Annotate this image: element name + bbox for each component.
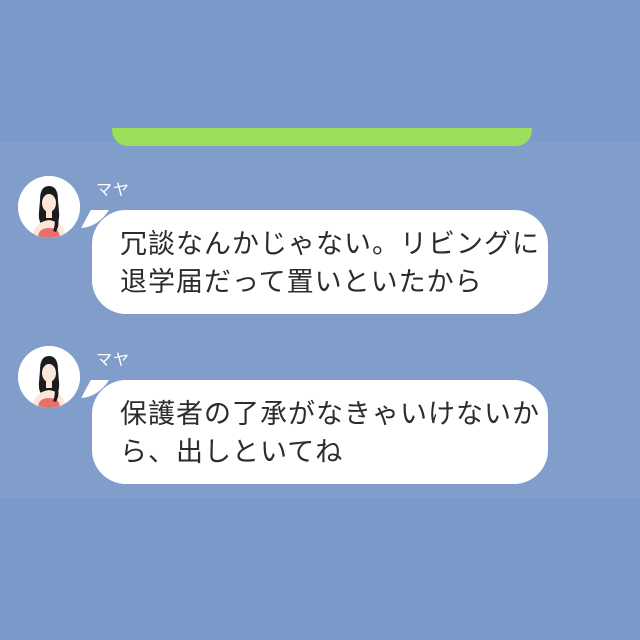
bottom-background: [0, 498, 640, 640]
sender-name: マヤ: [96, 180, 131, 199]
avatar[interactable]: [18, 346, 80, 408]
sender-name: マヤ: [96, 350, 131, 369]
woman-avatar-icon: [18, 176, 80, 238]
message-line: 保護者の了承がなきゃいけないか: [120, 399, 540, 430]
sent-message-bubble-edge[interactable]: [112, 128, 532, 146]
message-bubble[interactable]: 保護者の了承がなきゃいけないか ら、出しといてね: [92, 380, 548, 484]
chat-screen: マヤ 冗談なんかじゃない。リビングに 退学届だって置いといたから マヤ 保護者の…: [0, 0, 640, 640]
top-background: [0, 0, 640, 142]
woman-avatar-icon: [18, 346, 80, 408]
message-line: 退学届だって置いといたから: [120, 267, 483, 298]
avatar[interactable]: [18, 176, 80, 238]
message-line: 冗談なんかじゃない。リビングに: [120, 229, 540, 260]
message-bubble[interactable]: 冗談なんかじゃない。リビングに 退学届だって置いといたから: [92, 210, 548, 314]
message-line: ら、出しといてね: [120, 437, 344, 468]
